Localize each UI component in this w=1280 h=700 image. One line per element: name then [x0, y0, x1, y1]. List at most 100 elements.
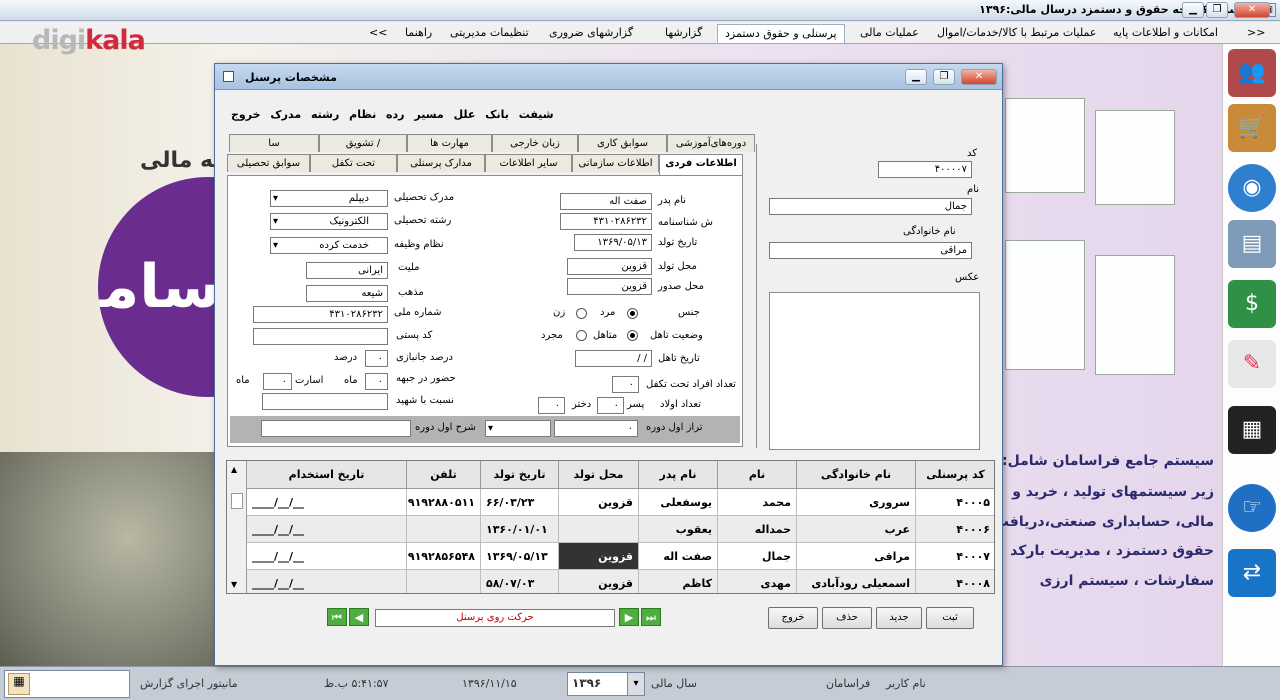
grid-header[interactable]: تاریخ استخدام	[247, 461, 407, 489]
dialog-menu-item[interactable]: مسیر	[414, 108, 443, 121]
table-cell[interactable]: جمال	[718, 543, 797, 570]
delete-button[interactable]: حذف	[822, 607, 872, 629]
menu-more-right[interactable]: <<	[1240, 24, 1272, 43]
table-cell[interactable]: ۴۰۰۰۸	[916, 570, 994, 593]
next-record-icon[interactable]: ▶	[619, 608, 639, 626]
table-cell[interactable]: ۴۰۰۰۷	[916, 543, 994, 570]
menu-goods-ops[interactable]: عملیات مرتبط با کالا/خدمات/اموال	[930, 24, 1103, 43]
grid-header[interactable]: نام پدر	[639, 461, 718, 489]
grid-header[interactable]: کد پرسنلی	[916, 461, 994, 489]
close-button[interactable]: ✕	[1234, 2, 1270, 18]
marriage-date-input[interactable]: / /	[575, 350, 652, 367]
table-cell[interactable]: __/__/____	[247, 489, 407, 516]
table-cell[interactable]: عرب	[797, 516, 916, 543]
name-input[interactable]: جمال	[769, 198, 972, 215]
menu-reports[interactable]: گزارشها	[658, 24, 709, 43]
table-cell[interactable]: قزوین	[559, 489, 639, 516]
table-cell[interactable]: قزوین	[559, 543, 639, 570]
captivity-input[interactable]: ۰	[263, 373, 292, 390]
postal-code-input[interactable]	[253, 328, 388, 345]
table-cell[interactable]	[559, 516, 639, 543]
last-record-icon[interactable]: ⏭	[641, 608, 661, 626]
table-cell[interactable]	[407, 516, 481, 543]
table-cell[interactable]: سروری	[797, 489, 916, 516]
table-cell[interactable]: محمد	[718, 489, 797, 516]
tutorial-icon[interactable]: ☞	[1228, 484, 1276, 532]
minimize-button[interactable]: ▁	[1182, 2, 1204, 18]
tab-foreign-language[interactable]: زبان خارجی	[492, 134, 578, 152]
marital-married-radio[interactable]	[627, 330, 638, 341]
dialog-menu-item[interactable]: نظام	[349, 108, 376, 121]
dialog-menu-item[interactable]: خروج	[231, 108, 261, 121]
opening-balance-input[interactable]: ۰	[554, 420, 638, 437]
grid-header[interactable]: تاریخ تولد	[481, 461, 559, 489]
front-presence-input[interactable]: ۰	[365, 373, 388, 390]
grid-header[interactable]: تلفن	[407, 461, 481, 489]
tab-work-history[interactable]: سوابق کاری	[578, 134, 667, 152]
table-cell[interactable]: اسمعیلی رودآبادی	[797, 570, 916, 593]
scroll-up-icon[interactable]: ▲	[231, 465, 237, 474]
table-cell[interactable]: صفت اله	[639, 543, 718, 570]
menu-financial-ops[interactable]: عملیات مالی	[853, 24, 926, 43]
issue-place-input[interactable]: قزوین	[567, 278, 652, 295]
tab-personal-info[interactable]: اطلاعات فردی	[659, 154, 743, 175]
gender-female-radio[interactable]	[576, 308, 587, 319]
father-name-input[interactable]: صفت اله	[560, 193, 652, 210]
exit-button[interactable]: خروج	[768, 607, 818, 629]
tab-other[interactable]: سا	[229, 134, 319, 152]
national-id-input[interactable]: ۴۳۱۰۲۸۶۲۳۲	[253, 306, 388, 323]
birth-date-input[interactable]: ۱۳۶۹/۰۵/۱۳	[574, 234, 652, 251]
dialog-menu-item[interactable]: مدرک	[270, 108, 301, 121]
birth-place-input[interactable]: قزوین	[567, 258, 652, 275]
menu-essential-reports[interactable]: گزارشهای ضروری	[542, 24, 640, 43]
dialog-close-button[interactable]: ✕	[961, 69, 997, 85]
tab-dependents[interactable]: تحت تکفل	[310, 154, 397, 172]
table-cell[interactable]: مهدی	[718, 570, 797, 593]
document-book-icon[interactable]: ▤	[1228, 220, 1276, 268]
degree-select[interactable]: دیپلم	[270, 190, 388, 207]
table-cell[interactable]	[407, 570, 481, 593]
tab-organizational-info[interactable]: اطلاعات سازمانی	[572, 154, 659, 172]
son-count-input[interactable]: ۰	[597, 397, 624, 414]
users-icon[interactable]: 👥	[1228, 49, 1276, 97]
menu-admin-settings[interactable]: تنظیمات مدیریتی	[443, 24, 536, 43]
veteran-percent-input[interactable]: ۰	[365, 350, 388, 367]
marital-single-radio[interactable]	[576, 330, 587, 341]
family-name-input[interactable]: مراقی	[769, 242, 972, 259]
dialog-menu-item[interactable]: رشته	[311, 108, 339, 121]
dependents-count-input[interactable]: ۰	[612, 376, 639, 393]
religion-input[interactable]: شیعه	[306, 285, 388, 302]
table-cell[interactable]: حمداله	[718, 516, 797, 543]
field-of-study-select[interactable]: الکترونیک	[270, 213, 388, 230]
tab-education-history[interactable]: سوابق تحصیلی	[227, 154, 310, 172]
money-icon[interactable]: $	[1228, 280, 1276, 328]
tab-training-courses[interactable]: دوره‌های‌آموزشی	[667, 134, 755, 152]
scroll-thumb[interactable]	[231, 493, 243, 509]
grid-header[interactable]: نام خانوادگی	[797, 461, 916, 489]
opening-desc-input[interactable]	[261, 420, 411, 437]
dialog-menu-item[interactable]: رده	[386, 108, 404, 121]
restore-button[interactable]: ❐	[1206, 2, 1228, 18]
tab-rewards[interactable]: / تشویق	[319, 134, 407, 152]
dialog-restore-button[interactable]: ❐	[933, 69, 955, 85]
table-cell[interactable]: یوسفعلی	[639, 489, 718, 516]
tab-skills[interactable]: مهارت ها	[407, 134, 492, 152]
balance-type-select[interactable]	[485, 420, 551, 437]
prev-record-icon[interactable]: ◀	[349, 608, 369, 626]
id-number-input[interactable]: ۴۳۱۰۲۸۶۲۳۲	[560, 213, 652, 230]
globe-icon[interactable]: ◉	[1228, 164, 1276, 212]
table-cell[interactable]: مراقی	[797, 543, 916, 570]
table-cell[interactable]: ۴۰۰۰۵	[916, 489, 994, 516]
menu-personnel-payroll[interactable]: پرسنلی و حقوق دستمزد	[717, 24, 845, 43]
table-cell[interactable]: ۱۳۶۹/۰۵/۱۳	[481, 543, 559, 570]
first-record-icon[interactable]: ⏮	[327, 608, 347, 626]
teamviewer-icon[interactable]: ⇄	[1228, 549, 1276, 597]
grid-header[interactable]: نام	[718, 461, 797, 489]
chevron-down-icon[interactable]: ▾	[627, 673, 644, 695]
table-cell[interactable]: __/__/____	[247, 516, 407, 543]
dialog-menu-item[interactable]: بانک	[485, 108, 509, 121]
table-cell[interactable]: ۰۹۱۹۲۸۸۰۵۱۱	[407, 489, 481, 516]
table-cell[interactable]: ۶۶/۰۳/۲۳	[481, 489, 559, 516]
table-cell[interactable]: ۰۹۱۹۲۸۵۶۵۴۸	[407, 543, 481, 570]
table-cell[interactable]: قزوین	[559, 570, 639, 593]
